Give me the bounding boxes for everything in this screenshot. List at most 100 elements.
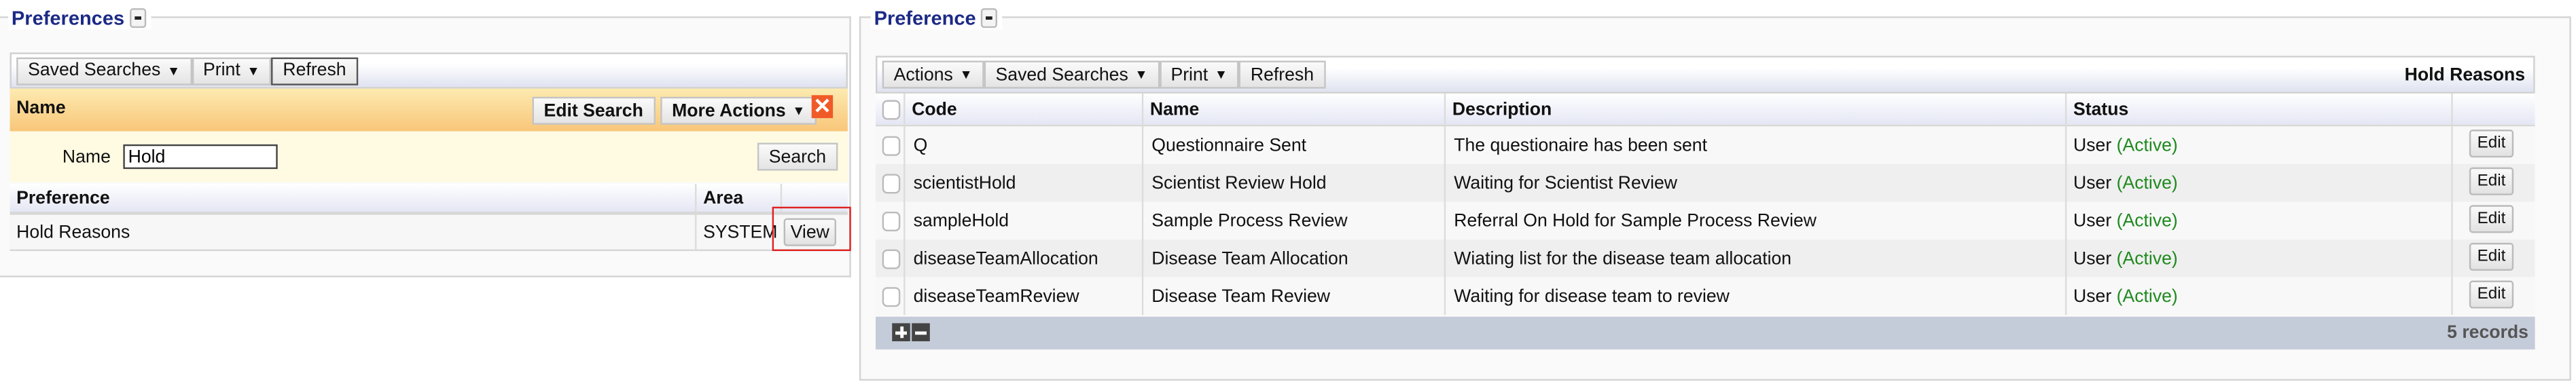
row-checkbox[interactable] [882,286,901,307]
table-row: diseaseTeamAllocation Disease Team Alloca… [876,239,2535,277]
search-button[interactable]: Search [757,142,838,171]
row-checkbox[interactable] [882,173,901,193]
actions-button[interactable]: Actions ▼ [882,60,984,89]
close-icon[interactable]: ✕ [811,94,834,119]
select-cell [876,239,904,277]
label: More Actions [672,100,786,121]
select-cell [876,277,904,315]
saved-searches-button[interactable]: Saved Searches ▼ [16,56,192,85]
column-header-action [2451,93,2535,125]
remove-icon[interactable] [912,323,930,342]
status-cell: User (Active) [2064,164,2451,202]
code-cell: scientistHold [904,164,1142,202]
print-button[interactable]: Print ▼ [192,56,272,85]
name-cell: Disease Team Review [1141,277,1444,315]
edit-button[interactable]: Edit [2469,167,2514,195]
status-type: User [2073,135,2112,155]
collapse-icon[interactable] [129,8,146,28]
add-icon[interactable] [892,323,910,342]
edit-search-button[interactable]: Edit Search [532,96,655,125]
name-cell: Sample Process Review [1141,201,1444,240]
description-cell: Referral On Hold for Sample Process Revi… [1444,201,2065,240]
search-form: Name Search [10,131,848,183]
status-badge: (Active) [2116,210,2178,231]
code-cell: Q [904,126,1142,164]
label: Saved Searches [28,60,161,81]
table-row: diseaseTeamReview Disease Team Review Wait… [876,277,2535,315]
refresh-button[interactable]: Refresh [1238,60,1325,89]
code-cell: diseaseTeamReview [904,277,1142,315]
column-header-area[interactable]: Area [694,183,781,212]
label: Saved Searches [995,64,1128,85]
column-header-description[interactable]: Description [1444,93,2065,125]
status-badge: (Active) [2116,173,2178,193]
record-count: 5 records [2447,323,2528,343]
name-cell: Questionnaire Sent [1141,126,1444,164]
label: Print [203,60,240,81]
edit-button[interactable]: Edit [2469,130,2514,158]
edit-button[interactable]: Edit [2469,242,2514,271]
panel-title: Preferences [11,6,125,30]
print-button[interactable]: Print ▼ [1159,60,1239,89]
row-checkbox[interactable] [882,210,901,231]
description-cell: Waiting for Scientist Review [1444,164,2065,202]
name-cell: Disease Team Allocation [1141,239,1444,277]
status-badge: (Active) [2116,286,2178,307]
records-toolbar: Actions ▼ Saved Searches ▼ Print ▼ Refresh … [876,56,2535,94]
column-header-preference[interactable]: Preference [10,184,695,212]
preferences-table-header: Preference Area [10,183,848,215]
dropdown-arrow-icon: ▼ [166,63,181,78]
column-header-code[interactable]: Code [904,93,1142,125]
edit-button[interactable]: Edit [2469,205,2514,233]
status-type: User [2073,173,2112,193]
select-all-checkbox[interactable] [882,99,901,119]
name-input[interactable] [123,144,278,170]
status-badge: (Active) [2116,135,2178,155]
table-title: Hold Reasons [2404,64,2526,85]
row-checkbox[interactable] [882,135,901,155]
edit-button[interactable]: Edit [2469,280,2514,309]
refresh-button[interactable]: Refresh [271,56,358,85]
table-row: Hold Reasons SYSTEM View [10,214,848,252]
select-all-cell [876,94,904,125]
dropdown-arrow-icon: ▼ [792,103,806,119]
label: Print [1170,64,1209,85]
column-header-name[interactable]: Name [1141,93,1444,125]
table-row: scientistHold Scientist Review Hold Waitin… [876,164,2535,202]
preference-cell: Hold Reasons [16,222,130,242]
status-type: User [2073,248,2112,269]
dropdown-arrow-icon: ▼ [959,67,973,82]
row-checkbox[interactable] [882,248,901,269]
table-row: Q Questionnaire Sent The questionaire has … [876,126,2535,164]
table-row: sampleHold Sample Process Review Referral … [876,201,2535,240]
dropdown-arrow-icon: ▼ [1134,67,1148,82]
description-cell: The questionaire has been sent [1444,126,2065,164]
status-cell: User (Active) [2064,201,2451,240]
collapse-icon[interactable] [980,8,998,28]
search-header-title: Name [16,98,66,119]
add-remove-controls [892,323,931,342]
select-cell [876,126,904,164]
dropdown-arrow-icon: ▼ [1214,67,1228,82]
panel-legend: Preference [870,6,1003,30]
name-label: Name [62,147,111,168]
code-cell: diseaseTeamAllocation [904,239,1142,277]
column-header-status[interactable]: Status [2064,93,2451,125]
description-cell: Wiating list for the disease team alloca… [1444,239,2065,277]
search-toolbar: Saved Searches ▼ Print ▼ Refresh [10,52,848,89]
panel-title: Preference [874,6,976,30]
status-badge: (Active) [2116,248,2178,269]
select-cell [876,201,904,239]
saved-searches-button[interactable]: Saved Searches ▼ [984,60,1160,89]
status-type: User [2073,286,2112,307]
area-cell: SYSTEM [694,214,781,250]
name-cell: Scientist Review Hold [1141,164,1444,202]
dropdown-arrow-icon: ▼ [247,63,260,78]
label: Actions [893,64,953,85]
select-cell [876,164,904,202]
table-footer: 5 records [876,316,2535,350]
more-actions-button[interactable]: More Actions ▼ [660,96,817,125]
search-header: Name Edit Search More Actions ▼ ✕ [10,88,848,132]
panel-legend: Preferences [8,6,151,30]
status-cell: User (Active) [2064,277,2451,315]
